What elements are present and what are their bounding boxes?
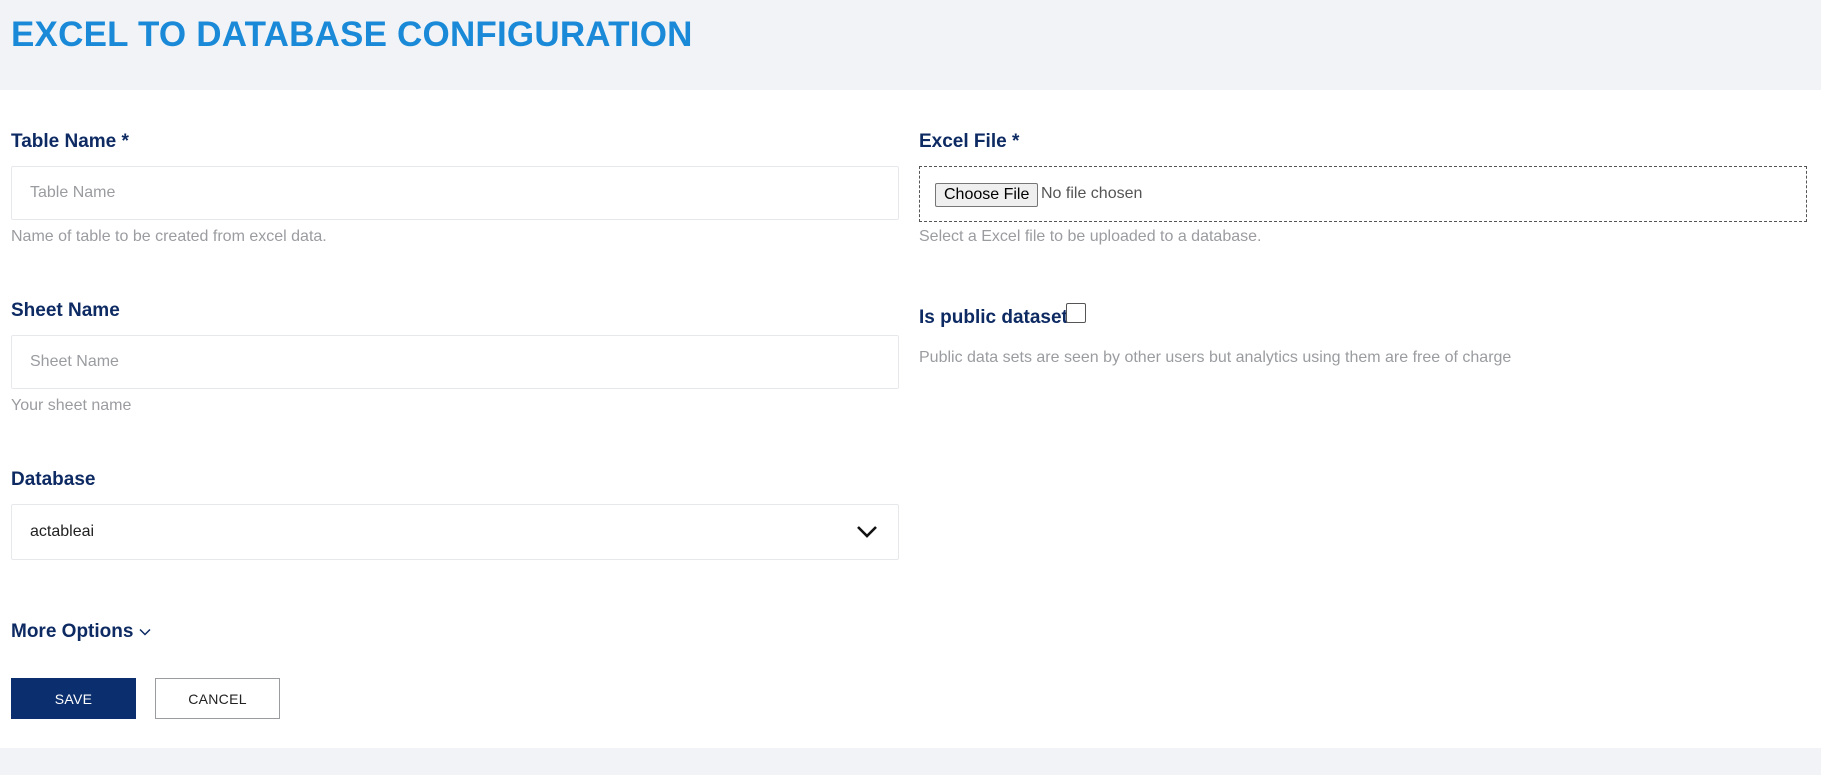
more-options-label: More Options xyxy=(11,621,134,642)
table-name-field-wrapper xyxy=(11,166,899,220)
config-form: Table Name * Name of table to be created… xyxy=(0,90,1821,748)
excel-file-help: Select a Excel file to be uploaded to a … xyxy=(919,228,1262,245)
chevron-down-icon xyxy=(139,628,151,636)
database-selected-value: actableai xyxy=(30,523,95,540)
choose-file-button[interactable]: Choose File xyxy=(935,183,1039,207)
file-status-text: No file chosen xyxy=(1041,185,1143,202)
sheet-name-label: Sheet Name xyxy=(11,300,120,321)
more-options-toggle[interactable]: More Options xyxy=(11,621,151,643)
table-name-input[interactable] xyxy=(12,167,898,219)
table-name-label: Table Name * xyxy=(11,131,129,152)
excel-file-label: Excel File * xyxy=(919,131,1020,152)
chevron-down-icon xyxy=(857,526,877,538)
public-dataset-checkbox[interactable] xyxy=(1066,303,1086,323)
sheet-name-input[interactable] xyxy=(12,336,898,388)
cancel-button[interactable]: CANCEL xyxy=(155,678,280,719)
sheet-name-field-wrapper xyxy=(11,335,899,389)
sheet-name-help: Your sheet name xyxy=(11,397,132,414)
public-dataset-label: Is public dataset xyxy=(919,307,1068,328)
public-dataset-help: Public data sets are seen by other users… xyxy=(919,349,1512,366)
table-name-help: Name of table to be created from excel d… xyxy=(11,228,327,245)
page-title: EXCEL TO DATABASE CONFIGURATION xyxy=(11,15,693,54)
database-select[interactable]: actableai xyxy=(11,504,899,560)
excel-file-dropzone[interactable]: Choose File No file chosen xyxy=(919,166,1807,222)
save-button[interactable]: SAVE xyxy=(11,678,136,719)
database-label: Database xyxy=(11,469,96,490)
page-header: EXCEL TO DATABASE CONFIGURATION xyxy=(0,0,1821,90)
